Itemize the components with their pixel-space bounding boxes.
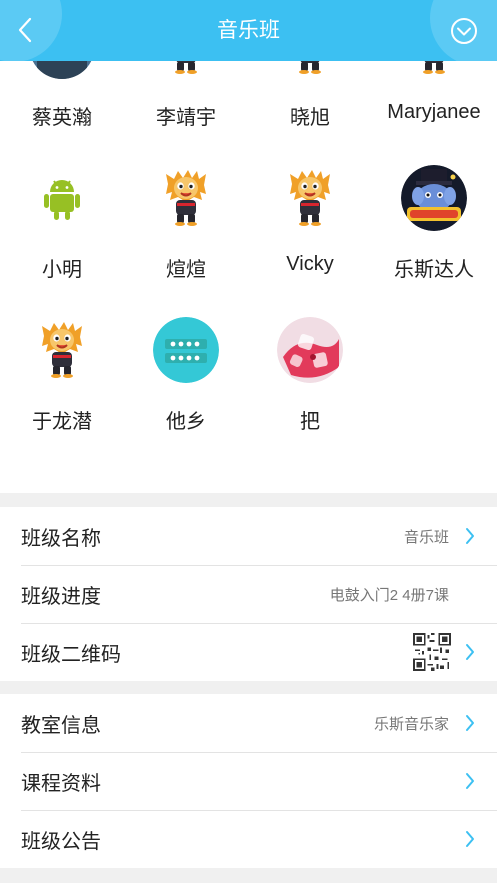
member-name: 晓旭 (290, 107, 330, 129)
class-qrcode-label: 班级二维码 (21, 643, 121, 666)
chevron-left-icon (18, 17, 32, 43)
chevron-right-icon (459, 712, 481, 734)
chevron-right-icon (459, 525, 481, 547)
dropdown-menu-button[interactable] (448, 15, 479, 46)
member-name: 他乡 (166, 411, 206, 433)
elephant-magician-avatar (401, 165, 467, 231)
lion-mascot-avatar (29, 317, 95, 383)
class-progress-value: 电鼓入门2 4册7课 (329, 586, 449, 604)
red-ice-avatar (277, 317, 343, 383)
classroom-info-value: 乐斯音乐家 (373, 715, 449, 733)
member-name: 乐斯达人 (394, 259, 474, 281)
member-item[interactable]: 乐斯达人 (372, 165, 496, 285)
class-info-group: 班级名称 音乐班 班级进度 电鼓入门2 4册7课 班级二维码 (0, 507, 497, 681)
chevron-right-icon (459, 828, 481, 850)
back-button[interactable] (6, 10, 46, 50)
member-name: 把 (300, 411, 320, 433)
course-materials-label: 课程资料 (21, 772, 101, 795)
member-name: 李靖宇 (156, 107, 216, 129)
page-title: 音乐班 (217, 19, 280, 42)
class-name-row[interactable]: 班级名称 音乐班 (0, 507, 497, 565)
nav-header: 音乐班 (0, 0, 497, 61)
class-notice-row[interactable]: 班级公告 (0, 810, 497, 868)
member-item[interactable]: 煊煊 (124, 165, 248, 285)
member-name: Vicky (286, 253, 334, 275)
class-progress-row[interactable]: 班级进度 电鼓入门2 4册7课 (0, 565, 497, 623)
member-name: 小明 (42, 259, 82, 281)
classroom-info-row[interactable]: 教室信息 乐斯音乐家 (0, 694, 497, 752)
classroom-group: 教室信息 乐斯音乐家 课程资料 班级公告 (0, 694, 497, 868)
member-name: 蔡英瀚 (32, 107, 92, 129)
member-item[interactable]: Vicky (248, 165, 372, 285)
member-item[interactable]: 他乡 (124, 317, 248, 437)
member-item[interactable]: 小明 (0, 165, 124, 285)
member-grid: 蔡英瀚 李靖宇 晓旭 Maryjanee 小明 煊煊 Vicky 乐斯达人 于龙… (0, 0, 497, 493)
course-materials-row[interactable]: 课程资料 (0, 752, 497, 810)
classroom-info-label: 教室信息 (21, 714, 101, 737)
member-name: 煊煊 (166, 259, 206, 281)
chevron-right-icon (459, 770, 481, 792)
member-item[interactable]: 把 (248, 317, 372, 437)
teal-dots-avatar (153, 317, 219, 383)
member-name: Maryjanee (387, 101, 481, 123)
class-name-value: 音乐班 (403, 528, 449, 546)
class-progress-label: 班级进度 (21, 585, 101, 608)
class-name-label: 班级名称 (21, 527, 101, 550)
qr-code-icon (413, 633, 451, 671)
chevron-right-icon (459, 641, 481, 663)
member-item[interactable]: 于龙潜 (0, 317, 124, 437)
chevron-down-circle-icon (450, 17, 477, 44)
android-robot-icon (29, 165, 95, 231)
class-notice-label: 班级公告 (21, 830, 101, 853)
class-qrcode-row[interactable]: 班级二维码 (0, 623, 497, 681)
member-name: 于龙潜 (32, 411, 92, 433)
lion-mascot-avatar (153, 165, 219, 231)
lion-mascot-avatar (277, 165, 343, 231)
